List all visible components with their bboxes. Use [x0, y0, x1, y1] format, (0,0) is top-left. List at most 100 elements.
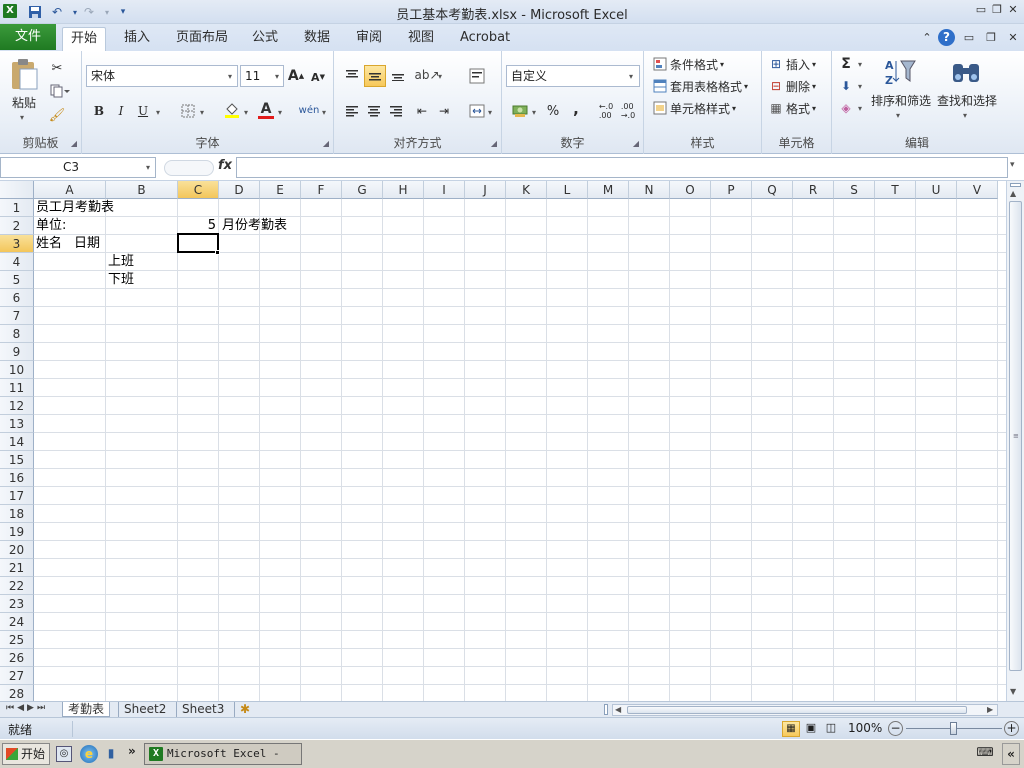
row-header[interactable]: 15 [0, 451, 34, 469]
cell-D2[interactable]: 月份考勤表 [222, 217, 287, 235]
tab-split-box[interactable] [604, 704, 608, 715]
page-break-view-icon[interactable]: ◫ [822, 721, 840, 737]
number-format-box[interactable]: 自定义 [506, 65, 640, 87]
restore-icon[interactable]: ❐ [990, 3, 1004, 17]
row-header[interactable]: 12 [0, 397, 34, 415]
clear-dropdown-icon[interactable]: ▾ [858, 104, 862, 113]
expand-formula-bar-icon[interactable]: ▾ [1010, 160, 1015, 170]
shrink-font-icon[interactable]: A ▼ [310, 68, 326, 86]
font-dialog-icon[interactable]: ◢ [323, 139, 329, 148]
zoom-out-icon[interactable]: − [888, 721, 903, 736]
paste-dropdown-icon[interactable]: ▾ [20, 113, 24, 122]
column-header[interactable]: N [629, 181, 670, 199]
tray-expand-icon[interactable]: « [1002, 743, 1020, 765]
increase-indent-icon[interactable]: ⇥ [434, 101, 454, 121]
column-header[interactable]: R [793, 181, 834, 199]
merge-center-icon[interactable] [466, 101, 488, 121]
number-dialog-icon[interactable]: ◢ [633, 139, 639, 148]
column-header[interactable]: U [916, 181, 957, 199]
split-box[interactable] [1010, 183, 1021, 187]
minimize-ribbon-icon[interactable]: ⌃ [920, 31, 934, 45]
sort-filter-button[interactable]: 排序和筛选 [868, 91, 934, 109]
column-header[interactable]: S [834, 181, 875, 199]
column-header[interactable]: Q [752, 181, 793, 199]
tab-formulas[interactable]: 公式 [244, 27, 286, 51]
cut-icon[interactable]: ✂ [48, 59, 66, 77]
autosum-button[interactable]: Σ [838, 55, 854, 73]
scroll-up-icon[interactable]: ▲ [1010, 189, 1016, 198]
row-header[interactable]: 21 [0, 559, 34, 577]
sheet-tab-3[interactable]: Sheet3 [176, 702, 229, 717]
cell-A1[interactable]: 员工月考勤表 [36, 199, 114, 217]
column-header[interactable]: B [106, 181, 178, 199]
font-name-box[interactable]: 宋体 [86, 65, 238, 87]
name-box-dropdown-icon[interactable]: ▾ [146, 163, 150, 172]
row-header[interactable]: 3 [0, 235, 34, 253]
tab-home[interactable]: 开始 [62, 27, 107, 51]
paste-button[interactable]: 粘贴 [4, 93, 44, 111]
delete-cells-icon[interactable]: ⊟ [768, 78, 784, 94]
column-header[interactable]: F [301, 181, 342, 199]
help-icon[interactable]: ? [938, 29, 955, 46]
zoom-level[interactable]: 100% [848, 721, 882, 735]
conditional-format-button[interactable]: 条件格式 ▾ [670, 55, 724, 73]
row-header[interactable]: 24 [0, 613, 34, 631]
row-header[interactable]: 13 [0, 415, 34, 433]
decrease-decimal-icon[interactable]: .00 →.0 [618, 101, 638, 121]
column-header[interactable]: T [875, 181, 916, 199]
row-header[interactable]: 18 [0, 505, 34, 523]
cell-styles-icon[interactable] [652, 100, 668, 116]
orientation-icon[interactable]: ab↗ [414, 65, 439, 85]
fill-dropdown-icon[interactable]: ▾ [858, 82, 862, 91]
row-header[interactable]: 9 [0, 343, 34, 361]
phonetic-dropdown-icon[interactable]: ▾ [322, 108, 326, 117]
increase-decimal-icon[interactable]: ←.0.00 [596, 101, 616, 121]
normal-view-icon[interactable]: ▦ [782, 721, 800, 737]
row-header[interactable]: 2 [0, 217, 34, 235]
tab-insert[interactable]: 插入 [116, 27, 158, 51]
row-header[interactable]: 4 [0, 253, 34, 271]
column-header[interactable]: H [383, 181, 424, 199]
font-name-dropdown-icon[interactable]: ▾ [228, 72, 232, 81]
row-header[interactable]: 28 [0, 685, 34, 701]
tab-page-layout[interactable]: 页面布局 [168, 27, 236, 51]
conditional-format-icon[interactable] [652, 56, 668, 72]
row-header[interactable]: 19 [0, 523, 34, 541]
sheet-tab-2[interactable]: Sheet2 [118, 702, 171, 717]
format-painter-icon[interactable]: 🖌 [48, 106, 66, 124]
alignment-dialog-icon[interactable]: ◢ [491, 139, 497, 148]
find-select-icon[interactable] [946, 55, 986, 89]
insert-cells-icon[interactable]: ⊞ [768, 56, 784, 72]
orientation-dropdown-icon[interactable]: ▾ [438, 72, 442, 81]
delete-cells-button[interactable]: 删除 ▾ [786, 77, 816, 95]
bold-button[interactable]: B [90, 101, 108, 121]
name-box[interactable]: C3 [0, 157, 156, 178]
format-as-table-button[interactable]: 套用表格格式 ▾ [670, 77, 748, 95]
fill-color-icon[interactable] [222, 99, 242, 121]
select-all-corner[interactable] [0, 181, 34, 199]
horizontal-scroll-thumb[interactable] [627, 706, 967, 714]
formula-bar-divider[interactable] [164, 160, 214, 176]
phonetic-icon[interactable]: wén [298, 99, 320, 121]
decrease-indent-icon[interactable]: ⇤ [412, 101, 432, 121]
workbook-close-icon[interactable]: ✕ [1006, 31, 1020, 45]
row-header[interactable]: 27 [0, 667, 34, 685]
row-header[interactable]: 5 [0, 271, 34, 289]
percent-button[interactable]: % [544, 101, 562, 121]
align-right-icon[interactable] [386, 101, 406, 121]
column-header[interactable]: M [588, 181, 629, 199]
align-middle-icon[interactable] [364, 65, 386, 87]
underline-button[interactable]: U [134, 101, 152, 121]
row-header[interactable]: 23 [0, 595, 34, 613]
align-center-icon[interactable] [364, 101, 384, 121]
row-header[interactable]: 6 [0, 289, 34, 307]
clear-icon[interactable]: ◈ [838, 100, 854, 116]
align-bottom-icon[interactable] [388, 65, 408, 85]
page-layout-view-icon[interactable]: ▣ [802, 721, 820, 737]
row-header[interactable]: 22 [0, 577, 34, 595]
fill-icon[interactable]: ⬇ [838, 78, 854, 94]
format-cells-icon[interactable]: ▦ [768, 100, 784, 116]
row-header[interactable]: 17 [0, 487, 34, 505]
column-header[interactable]: I [424, 181, 465, 199]
tab-file[interactable]: 文件 [0, 24, 56, 50]
